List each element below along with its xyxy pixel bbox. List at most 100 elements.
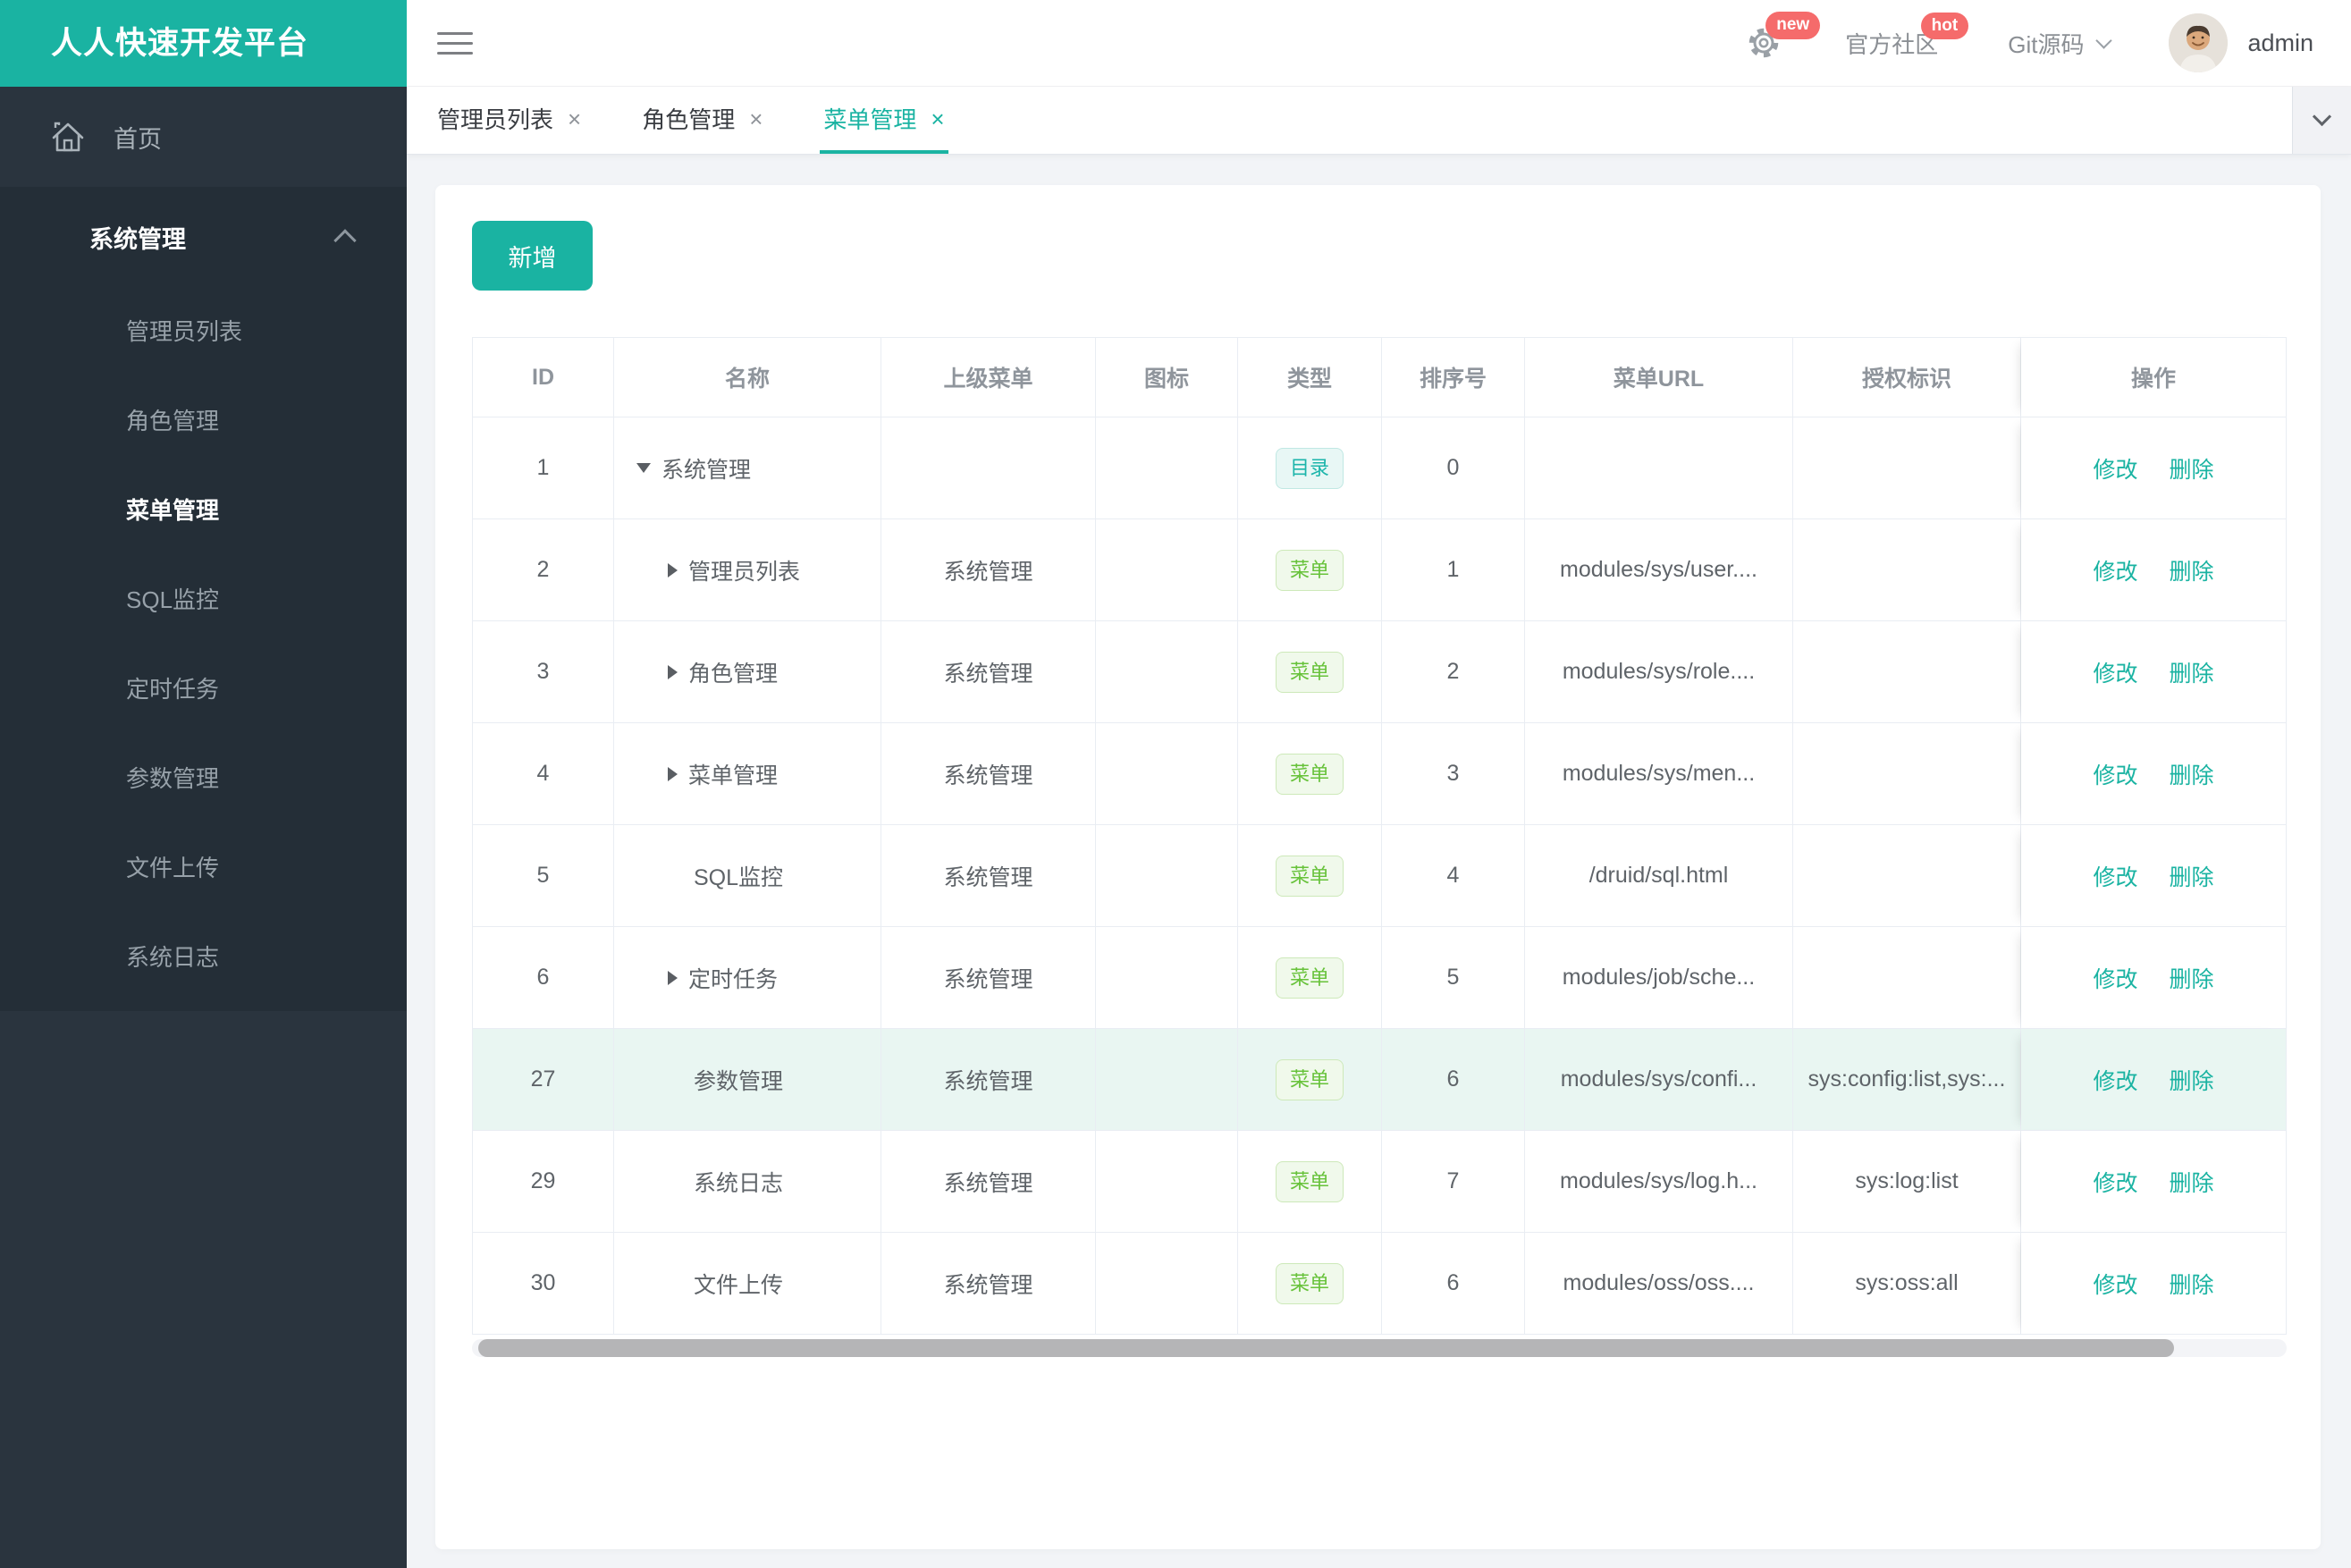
delete-link[interactable]: 删除 <box>2169 865 2213 890</box>
cell-icon <box>1096 1029 1238 1131</box>
settings-button[interactable]: new <box>1747 12 1821 60</box>
hamburger-menu-icon[interactable] <box>437 25 473 62</box>
delete-link[interactable]: 删除 <box>2169 662 2213 687</box>
cell-url: modules/sys/user.... <box>1525 519 1793 621</box>
sidebar-item-role-mgmt[interactable]: 角色管理 <box>0 376 407 466</box>
main-content: 新增 ID 名称 上级菜单 图标 类型 排序号 菜单URL 授权标识 操作 1 … <box>407 155 2351 1568</box>
edit-link[interactable]: 修改 <box>2094 662 2138 687</box>
caret-right-icon[interactable] <box>668 970 678 985</box>
table-row[interactable]: 30 文件上传 系统管理 菜单 6 modules/oss/oss.... sy… <box>472 1233 2287 1335</box>
edit-link[interactable]: 修改 <box>2094 458 2138 483</box>
chevron-down-icon <box>2312 106 2332 127</box>
close-icon[interactable]: × <box>931 107 944 131</box>
type-badge: 菜单 <box>1275 855 1344 897</box>
sidebar-item-file-upload[interactable]: 文件上传 <box>0 823 407 913</box>
type-badge: 菜单 <box>1275 651 1344 693</box>
col-header-order: 排序号 <box>1382 337 1525 417</box>
cell-order: 2 <box>1382 621 1525 723</box>
sidebar-item-menu-mgmt[interactable]: 菜单管理 <box>0 466 407 555</box>
caret-right-icon[interactable] <box>668 562 678 577</box>
cell-parent <box>881 417 1096 519</box>
table-row[interactable]: 29 系统日志 系统管理 菜单 7 modules/sys/log.h... s… <box>472 1131 2287 1233</box>
menu-table: ID 名称 上级菜单 图标 类型 排序号 菜单URL 授权标识 操作 1 系统管… <box>472 337 2287 1335</box>
cell-perms <box>1793 927 2021 1029</box>
table-row[interactable]: 2 管理员列表 系统管理 菜单 1 modules/sys/user.... 修… <box>472 519 2287 621</box>
cell-id: 27 <box>472 1029 614 1131</box>
username-label[interactable]: admin <box>2247 30 2313 57</box>
cell-type: 菜单 <box>1238 825 1382 927</box>
cell-name: SQL监控 <box>614 825 881 927</box>
cell-perms <box>1793 723 2021 825</box>
table-row-highlighted[interactable]: 27 参数管理 系统管理 菜单 6 modules/sys/confi... s… <box>472 1029 2287 1131</box>
cell-icon <box>1096 417 1238 519</box>
delete-link[interactable]: 删除 <box>2169 560 2213 585</box>
add-button[interactable]: 新增 <box>472 221 593 291</box>
cell-icon <box>1096 1131 1238 1233</box>
sidebar-group-system[interactable]: 系统管理 <box>0 187 407 287</box>
sidebar-item-scheduled-jobs[interactable]: 定时任务 <box>0 645 407 734</box>
menu-name-label: SQL监控 <box>694 864 784 890</box>
delete-link[interactable]: 删除 <box>2169 967 2213 992</box>
edit-link[interactable]: 修改 <box>2094 1273 2138 1298</box>
delete-link[interactable]: 删除 <box>2169 1171 2213 1196</box>
chevron-up-icon <box>333 229 357 252</box>
table-row[interactable]: 6 定时任务 系统管理 菜单 5 modules/job/sche... 修改 … <box>472 927 2287 1029</box>
tab-overflow-button[interactable] <box>2292 87 2351 154</box>
cell-parent: 系统管理 <box>881 621 1096 723</box>
cell-icon <box>1096 1233 1238 1335</box>
cell-id: 4 <box>472 723 614 825</box>
sidebar-item-param-mgmt[interactable]: 参数管理 <box>0 734 407 823</box>
delete-link[interactable]: 删除 <box>2169 1069 2213 1094</box>
sidebar-item-admin-list[interactable]: 管理员列表 <box>0 287 407 376</box>
edit-link[interactable]: 修改 <box>2094 560 2138 585</box>
cell-perms <box>1793 519 2021 621</box>
type-badge: 菜单 <box>1275 753 1344 795</box>
delete-link[interactable]: 删除 <box>2169 458 2213 483</box>
topbar: new 官方社区 hot Git源码 admin <box>407 0 2351 87</box>
sidebar-submenu-system: 系统管理 管理员列表 角色管理 菜单管理 SQL监控 定时任务 参数管理 文件上… <box>0 187 407 1011</box>
cell-perms: sys:config:list,sys:... <box>1793 1029 2021 1131</box>
caret-right-icon[interactable] <box>668 664 678 679</box>
table-row[interactable]: 5 SQL监控 系统管理 菜单 4 /druid/sql.html 修改 删除 <box>472 825 2287 927</box>
close-icon[interactable]: × <box>568 107 581 131</box>
cell-parent: 系统管理 <box>881 825 1096 927</box>
cell-name: 角色管理 <box>614 621 881 723</box>
edit-link[interactable]: 修改 <box>2094 1171 2138 1196</box>
tab-role-mgmt[interactable]: 角色管理 × <box>638 87 766 154</box>
cell-perms <box>1793 621 2021 723</box>
table-row[interactable]: 3 角色管理 系统管理 菜单 2 modules/sys/role.... 修改… <box>472 621 2287 723</box>
git-source-link[interactable]: Git源码 <box>2008 27 2113 60</box>
delete-link[interactable]: 删除 <box>2169 1273 2213 1298</box>
edit-link[interactable]: 修改 <box>2094 967 2138 992</box>
cell-type: 菜单 <box>1238 723 1382 825</box>
cell-icon <box>1096 723 1238 825</box>
tab-admin-list[interactable]: 管理员列表 × <box>434 87 585 154</box>
table-row[interactable]: 4 菜单管理 系统管理 菜单 3 modules/sys/men... 修改 删… <box>472 723 2287 825</box>
community-link[interactable]: 官方社区 hot <box>1845 12 1969 60</box>
horizontal-scrollbar-track[interactable] <box>472 1339 2287 1357</box>
sidebar-item-home[interactable]: 首页 <box>0 87 407 187</box>
tab-menu-mgmt[interactable]: 菜单管理 × <box>820 87 948 154</box>
menu-name-label: 定时任务 <box>688 966 779 992</box>
edit-link[interactable]: 修改 <box>2094 865 2138 890</box>
sidebar-item-system-log[interactable]: 系统日志 <box>0 913 407 1002</box>
cell-order: 1 <box>1382 519 1525 621</box>
cell-type: 菜单 <box>1238 1029 1382 1131</box>
tab-label: 角色管理 <box>642 106 736 133</box>
caret-down-icon[interactable] <box>636 463 651 473</box>
sidebar-item-sql-monitor[interactable]: SQL监控 <box>0 555 407 645</box>
cell-actions: 修改 删除 <box>2021 519 2287 621</box>
cell-url: modules/oss/oss.... <box>1525 1233 1793 1335</box>
edit-link[interactable]: 修改 <box>2094 1069 2138 1094</box>
cell-type: 菜单 <box>1238 1131 1382 1233</box>
caret-right-icon[interactable] <box>668 766 678 781</box>
table-row[interactable]: 1 系统管理 目录 0 修改 删除 <box>472 417 2287 519</box>
col-header-parent: 上级菜单 <box>881 337 1096 417</box>
chevron-down-icon <box>2095 31 2113 49</box>
delete-link[interactable]: 删除 <box>2169 763 2213 788</box>
close-icon[interactable]: × <box>749 107 763 131</box>
avatar[interactable] <box>2169 13 2229 72</box>
cell-id: 1 <box>472 417 614 519</box>
edit-link[interactable]: 修改 <box>2094 763 2138 788</box>
horizontal-scrollbar-thumb[interactable] <box>478 1339 2174 1357</box>
